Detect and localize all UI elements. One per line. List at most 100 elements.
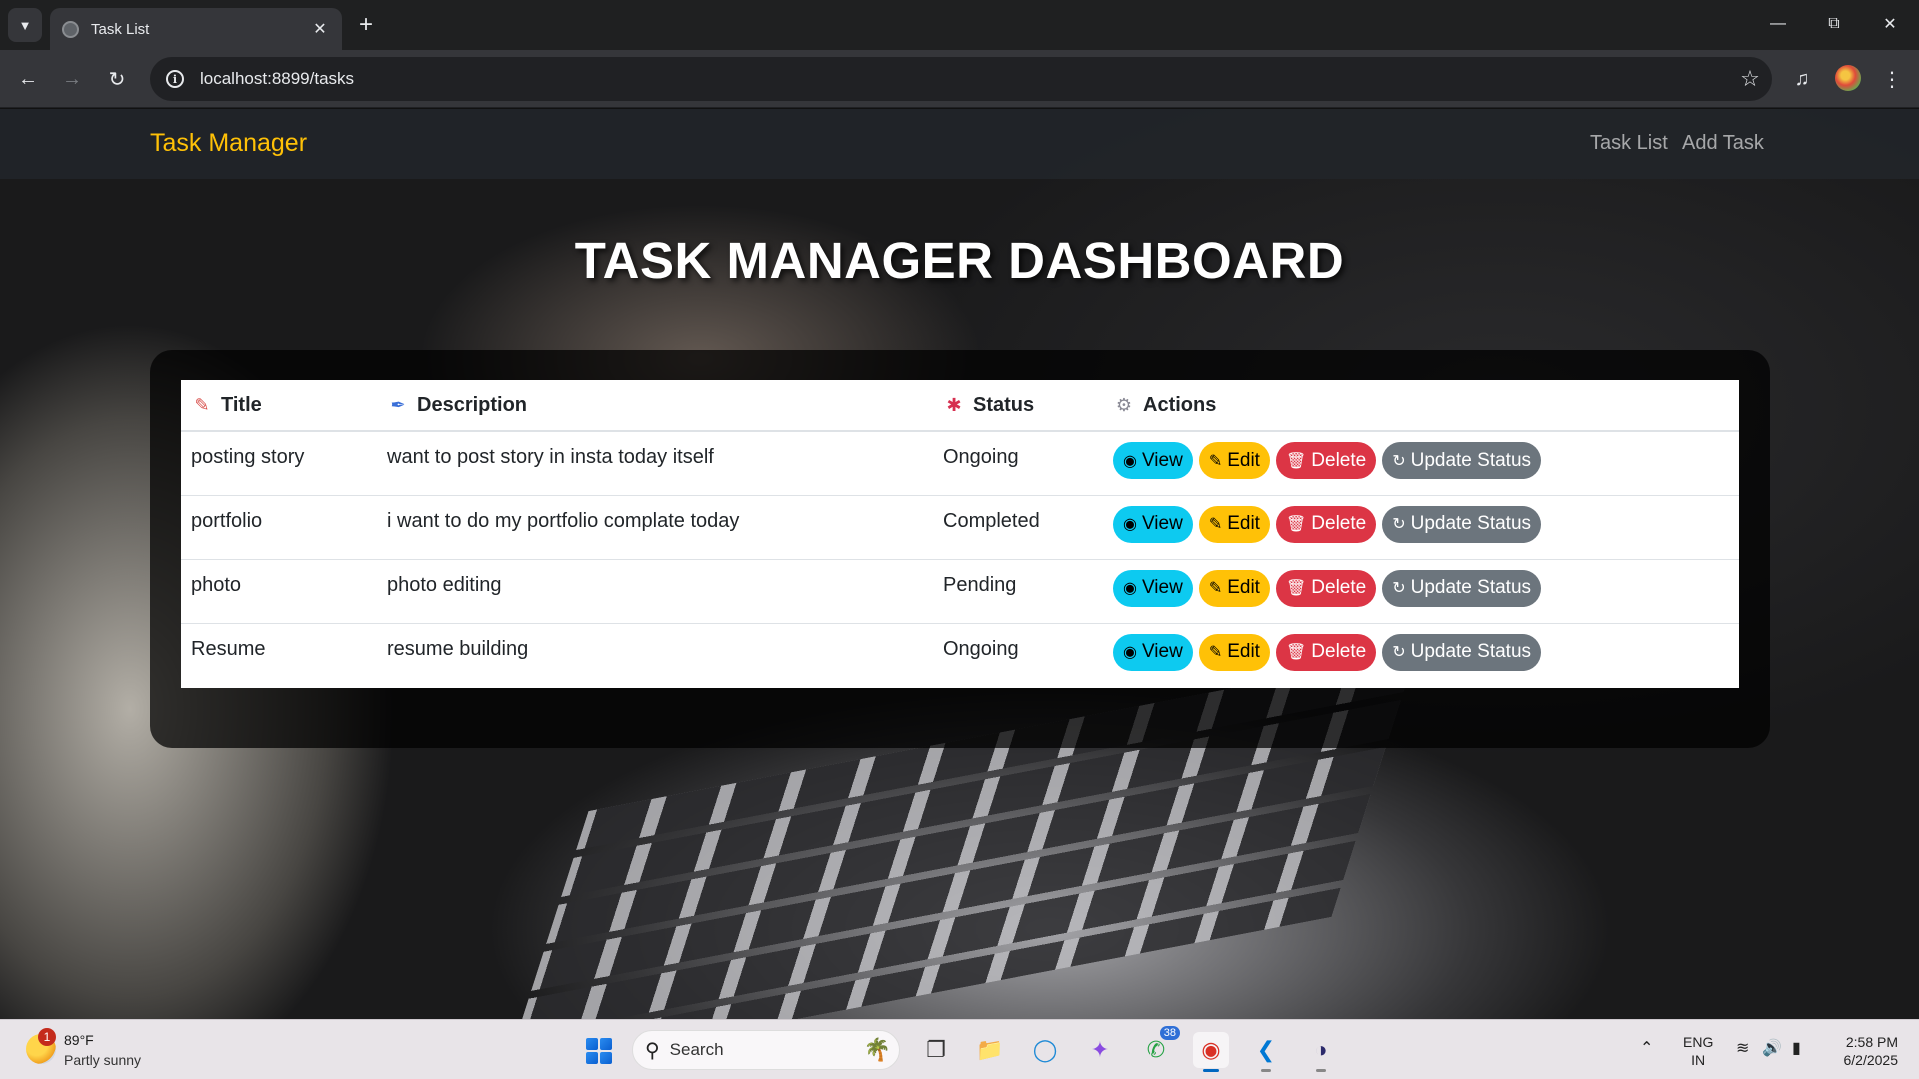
site-info-icon[interactable]: i <box>166 70 184 88</box>
forward-button[interactable]: → <box>56 63 88 95</box>
clock-time: 2:58 PM <box>1845 1034 1898 1050</box>
task-status: Ongoing <box>933 431 1103 496</box>
delete-button[interactable]: 🗑 Delete <box>1275 633 1377 671</box>
search-icon: ⚲ <box>645 1039 660 1062</box>
minimize-button[interactable]: — <box>1758 8 1798 40</box>
refresh-icon: ↻ <box>1392 644 1406 661</box>
task-description: want to post story in insta today itself <box>377 431 933 496</box>
task-status: Completed <box>933 495 1103 560</box>
weather-description[interactable]: Partly sunny <box>64 1052 141 1068</box>
nav-link-add-task[interactable]: Add Task <box>1682 132 1764 155</box>
browser-toolbar: ← → ↻ i localhost:8899/tasks ☆ ♫ ⋮ <box>0 50 1919 108</box>
start-button[interactable] <box>586 1038 612 1064</box>
pencil-icon: ✎ <box>1208 452 1223 470</box>
pencil-icon: ✎ <box>1208 516 1223 533</box>
tab-search-button[interactable]: ▼ <box>8 8 42 42</box>
close-tab-icon[interactable]: ✕ <box>310 19 330 39</box>
view-button[interactable]: ◉ View <box>1113 442 1193 479</box>
browser-tab-strip: ▼ Task List ✕ + — ⧉ ✕ <box>0 0 1919 50</box>
globe-icon <box>62 20 79 38</box>
eye-icon: ◉ <box>1123 452 1137 470</box>
page-title: TASK MANAGER DASHBOARD <box>574 232 1345 289</box>
language-region: IN <box>1691 1052 1706 1068</box>
column-header-status: ✱ Status <box>933 380 1103 432</box>
url-text[interactable]: localhost:8899/tasks <box>200 69 1728 89</box>
view-button[interactable]: ◉ View <box>1113 569 1193 607</box>
view-button[interactable]: ◉ View <box>1113 633 1193 671</box>
file-explorer-icon[interactable]: 📁 <box>972 1032 1008 1068</box>
language-indicator[interactable]: ENG IN <box>1683 1033 1713 1069</box>
weather-temperature[interactable]: 89°F <box>64 1032 94 1048</box>
tasks-panel: ✎ Title ✒ Description ✱ Status ⚙ Actions pos… <box>150 350 1770 748</box>
whatsapp-icon[interactable]: ✆ 38 <box>1138 1026 1180 1068</box>
volume-icon[interactable]: 🔊 <box>1762 1038 1782 1058</box>
delete-button[interactable]: 🗑 Delete <box>1275 442 1377 479</box>
profile-avatar[interactable] <box>1835 65 1861 91</box>
view-button[interactable]: ◉ View <box>1113 505 1193 543</box>
memo-icon: ✎ <box>194 394 210 415</box>
table-row: posting story want to post story in inst… <box>181 431 1739 496</box>
task-title: photo <box>181 559 377 624</box>
table-row: Resume resume building Ongoing ◉ View ✎ Edi… <box>181 623 1739 687</box>
gear-icon: ⚙ <box>1115 394 1133 415</box>
address-bar[interactable]: i localhost:8899/tasks ☆ <box>150 57 1772 101</box>
language-code: ENG <box>1683 1034 1714 1050</box>
eye-icon: ◉ <box>1123 516 1137 533</box>
column-header-title: ✎ Title <box>181 380 377 432</box>
delete-button[interactable]: 🗑 Delete <box>1275 505 1377 543</box>
new-tab-button[interactable]: + <box>352 12 380 40</box>
whatsapp-badge: 38 <box>1159 1026 1180 1040</box>
table-header-row: ✎ Title ✒ Description ✱ Status ⚙ Actions <box>181 380 1739 432</box>
chevron-down-icon: ▼ <box>18 17 32 33</box>
table-row: photo photo editing Pending ◉ View ✎ Edit 🗑 D… <box>181 559 1739 624</box>
browser-tab-active[interactable]: Task List ✕ <box>50 8 342 50</box>
weather-badge: 1 <box>38 1028 56 1046</box>
update-status-button[interactable]: ↻ Update Status <box>1382 442 1542 479</box>
taskbar-search[interactable]: ⚲ Search 🌴 <box>632 1030 900 1070</box>
task-description: resume building <box>387 637 529 660</box>
chrome-icon[interactable]: ◉ <box>1193 1032 1229 1072</box>
delete-button[interactable]: 🗑 Delete <box>1275 569 1377 607</box>
task-actions: ◉ View ✎ Edit 🗑 Delete ↻ Update Status <box>1103 431 1739 496</box>
update-status-button[interactable]: ↻ Update Status <box>1382 505 1542 543</box>
column-header-actions: ⚙ Actions <box>1103 380 1739 432</box>
task-title: Resume <box>191 637 266 660</box>
nav-link-task-list[interactable]: Task List <box>1590 132 1668 155</box>
pushpin-icon: ✱ <box>946 394 962 415</box>
reload-button[interactable]: ↻ <box>101 63 133 95</box>
close-window-button[interactable]: ✕ <box>1870 8 1910 40</box>
bookmark-star-icon[interactable]: ☆ <box>1728 66 1772 92</box>
edit-button[interactable]: ✎ Edit <box>1198 633 1270 671</box>
clock-date: 6/2/2025 <box>1843 1052 1899 1068</box>
menu-kebab-icon[interactable]: ⋮ <box>1877 64 1907 94</box>
table-row: portfolio i want to do my portfolio comp… <box>181 495 1739 560</box>
edge-browser-icon[interactable]: ◯ <box>1027 1032 1063 1068</box>
battery-icon[interactable]: ▮ <box>1792 1038 1801 1058</box>
vscode-icon[interactable]: ❮ <box>1248 1032 1284 1072</box>
wifi-icon[interactable]: ≋ <box>1736 1038 1749 1058</box>
edit-button[interactable]: ✎ Edit <box>1198 442 1270 479</box>
eye-icon: ◉ <box>1123 644 1137 661</box>
back-button[interactable]: ← <box>12 63 44 95</box>
show-hidden-icons-chevron-icon[interactable]: ⌃ <box>1640 1038 1653 1058</box>
eye-icon: ◉ <box>1123 580 1137 597</box>
update-status-button[interactable]: ↻ Update Status <box>1382 633 1542 671</box>
tab-title: Task List <box>91 20 150 38</box>
page-viewport: Task Manager Task List Add Task TASK MAN… <box>0 109 1919 1019</box>
restore-button[interactable]: ⧉ <box>1814 8 1854 40</box>
system-clock[interactable]: 2:58 PM 6/2/2025 <box>1830 1033 1899 1069</box>
task-actions: ◉ View ✎ Edit 🗑 Delete ↻ Update Status <box>1103 623 1739 687</box>
media-control-icon[interactable]: ♫ <box>1787 64 1817 94</box>
copilot-icon[interactable]: ✦ <box>1082 1032 1118 1068</box>
refresh-icon: ↻ <box>1392 580 1406 597</box>
task-view-icon[interactable]: ❐ <box>918 1032 954 1068</box>
navbar-brand[interactable]: Task Manager <box>150 129 307 158</box>
edit-button[interactable]: ✎ Edit <box>1198 569 1270 607</box>
task-title: portfolio <box>181 495 377 560</box>
task-actions: ◉ View ✎ Edit 🗑 Delete ↻ Update Status <box>1103 559 1739 624</box>
update-status-button[interactable]: ↻ Update Status <box>1382 569 1542 607</box>
eclipse-icon[interactable]: ◑ <box>1303 1032 1339 1072</box>
pencil-icon: ✎ <box>1208 580 1223 597</box>
edit-button[interactable]: ✎ Edit <box>1198 505 1270 543</box>
column-header-description: ✒ Description <box>377 380 933 432</box>
